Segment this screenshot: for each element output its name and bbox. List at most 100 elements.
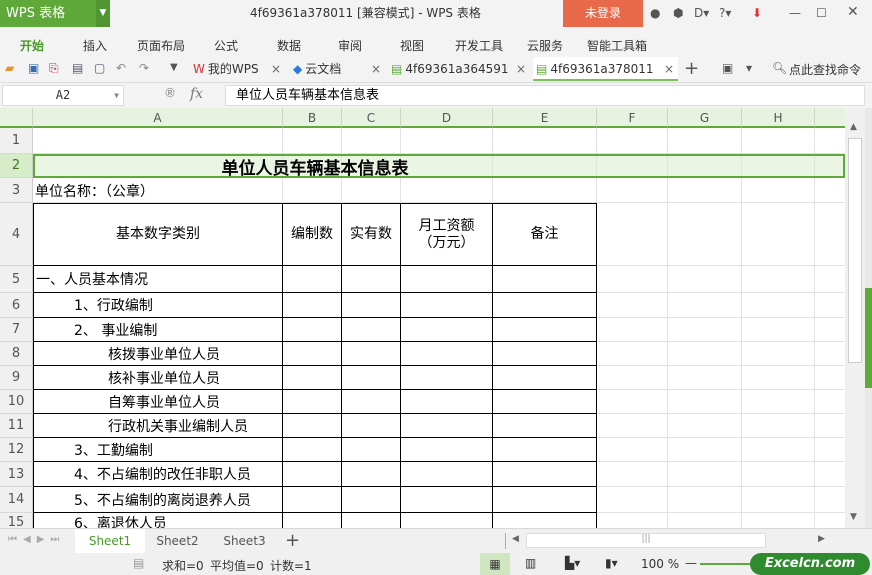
table-cell[interactable] [283, 438, 342, 462]
grid-cell[interactable] [597, 487, 668, 513]
grid-cell[interactable] [815, 366, 845, 390]
grid-cell[interactable] [668, 462, 742, 487]
document-tab[interactable]: ▤ 4f69361a378011 × [533, 57, 678, 81]
vertical-scrollbar[interactable]: ▲ ▼ [845, 108, 865, 528]
table-cell[interactable] [493, 318, 597, 342]
grid-cell[interactable] [668, 178, 742, 203]
grid-cell[interactable] [742, 513, 815, 528]
column-header[interactable]: C [342, 108, 401, 128]
minimize-icon[interactable]: — [789, 6, 801, 20]
grid-cell[interactable] [815, 390, 845, 414]
ribbon-tab[interactable]: 插入 [83, 37, 107, 54]
login-button[interactable]: 未登录 [563, 0, 643, 27]
category-item[interactable]: 核补事业单位人员 [33, 366, 283, 390]
ribbon-tab[interactable]: 视图 [400, 37, 424, 54]
name-box[interactable]: A2 ▼ [2, 85, 124, 106]
row-header[interactable]: 4 [0, 203, 33, 266]
close-tab-icon[interactable]: × [516, 57, 526, 81]
table-cell[interactable] [401, 390, 493, 414]
ribbon-tab[interactable]: 数据 [277, 37, 301, 54]
screen-icon[interactable]: ▣ [722, 61, 733, 75]
row-header[interactable]: 6 [0, 293, 33, 318]
zoom-lookup-icon[interactable]: ® [164, 86, 176, 100]
chevron-down-icon[interactable]: ▼ [96, 0, 110, 27]
document-tab[interactable]: ▤ 4f69361a364591 × [388, 57, 530, 81]
table-cell[interactable] [283, 266, 342, 293]
formula-input[interactable]: 单位人员车辆基本信息表 [225, 85, 865, 106]
category-item[interactable]: 2、 事业编制 [33, 318, 283, 342]
chevron-down-icon[interactable]: ▼ [114, 86, 119, 105]
normal-view-icon[interactable]: ▦ [480, 553, 510, 575]
grid-cell[interactable] [815, 293, 845, 318]
ribbon-tab[interactable]: 云服务 [527, 37, 563, 54]
table-cell[interactable] [493, 266, 597, 293]
grid-cell[interactable] [33, 128, 283, 154]
table-cell[interactable] [342, 462, 401, 487]
layout-icon[interactable]: ▾ [746, 61, 752, 75]
grid-cell[interactable] [742, 414, 815, 438]
ribbon-tab[interactable]: 开始 [20, 37, 44, 54]
grid-cell[interactable] [493, 178, 597, 203]
grid-cell[interactable] [597, 266, 668, 293]
grid-cell[interactable] [742, 293, 815, 318]
column-header[interactable]: F [597, 108, 668, 128]
grid-cell[interactable] [742, 178, 815, 203]
table-cell[interactable] [283, 318, 342, 342]
grid-cell[interactable] [668, 487, 742, 513]
eye-protect-icon[interactable]: ▮▾ [605, 556, 618, 570]
redo-icon[interactable]: ↷ [139, 61, 149, 75]
grid-cell[interactable] [815, 266, 845, 293]
grid-cell[interactable] [342, 128, 401, 154]
close-tab-icon[interactable]: × [371, 57, 381, 81]
select-all-corner[interactable] [0, 108, 33, 128]
feedback-icon[interactable]: D▾ [694, 6, 709, 20]
document-tab[interactable]: W 我的WPS × [190, 57, 285, 81]
table-cell[interactable] [401, 487, 493, 513]
table-cell[interactable] [342, 266, 401, 293]
table-cell[interactable] [342, 366, 401, 390]
grid-cell[interactable] [815, 414, 845, 438]
skin-icon[interactable]: ● [650, 6, 660, 20]
grid-cell[interactable] [597, 178, 668, 203]
grid-cell[interactable] [742, 203, 815, 266]
grid-cell[interactable] [597, 293, 668, 318]
table-cell[interactable] [342, 390, 401, 414]
grid-cell[interactable] [342, 178, 401, 203]
row-header[interactable]: 2 [0, 154, 33, 178]
grid-cell[interactable] [815, 342, 845, 366]
side-panel-toggle[interactable] [865, 288, 872, 388]
grid-cell[interactable] [815, 128, 845, 154]
spreadsheet-grid[interactable]: A B C D E F G H 1 2 3 4 5 6 7 8 9 10 11 12 13 14 15 单位人员车辆基本信息表… [0, 108, 845, 528]
table-cell[interactable] [401, 342, 493, 366]
grid-cell[interactable] [742, 128, 815, 154]
grid-cell[interactable] [668, 438, 742, 462]
ribbon-tab[interactable]: 审阅 [338, 37, 362, 54]
export-pdf-icon[interactable]: ⎘ [49, 61, 59, 76]
chevron-down-icon[interactable]: ▼ [170, 62, 178, 73]
sheet-tab[interactable]: Sheet3 [212, 529, 277, 554]
fx-icon[interactable]: fx [190, 86, 203, 102]
grid-cell[interactable] [815, 487, 845, 513]
category-item[interactable]: 4、不占编制的改任非职人员 [33, 462, 283, 487]
table-cell[interactable] [283, 462, 342, 487]
column-header[interactable]: B [283, 108, 342, 128]
grid-cell[interactable] [815, 462, 845, 487]
grid-cell[interactable] [668, 203, 742, 266]
grid-cell[interactable] [742, 318, 815, 342]
table-cell[interactable] [401, 366, 493, 390]
column-header[interactable]: D [401, 108, 493, 128]
table-cell[interactable] [283, 390, 342, 414]
table-cell[interactable] [283, 342, 342, 366]
ribbon-tab[interactable]: 开发工具 [455, 37, 503, 54]
table-cell[interactable] [283, 293, 342, 318]
table-cell[interactable] [493, 438, 597, 462]
sheet-tab[interactable]: Sheet2 [145, 529, 210, 554]
table-cell[interactable] [401, 318, 493, 342]
grid-cell[interactable] [283, 128, 342, 154]
table-cell[interactable] [283, 366, 342, 390]
grid-cell[interactable] [493, 128, 597, 154]
category-item[interactable]: 核拨事业单位人员 [33, 342, 283, 366]
grid-cell[interactable] [597, 203, 668, 266]
grid-cell[interactable] [742, 462, 815, 487]
grid-cell[interactable] [742, 266, 815, 293]
